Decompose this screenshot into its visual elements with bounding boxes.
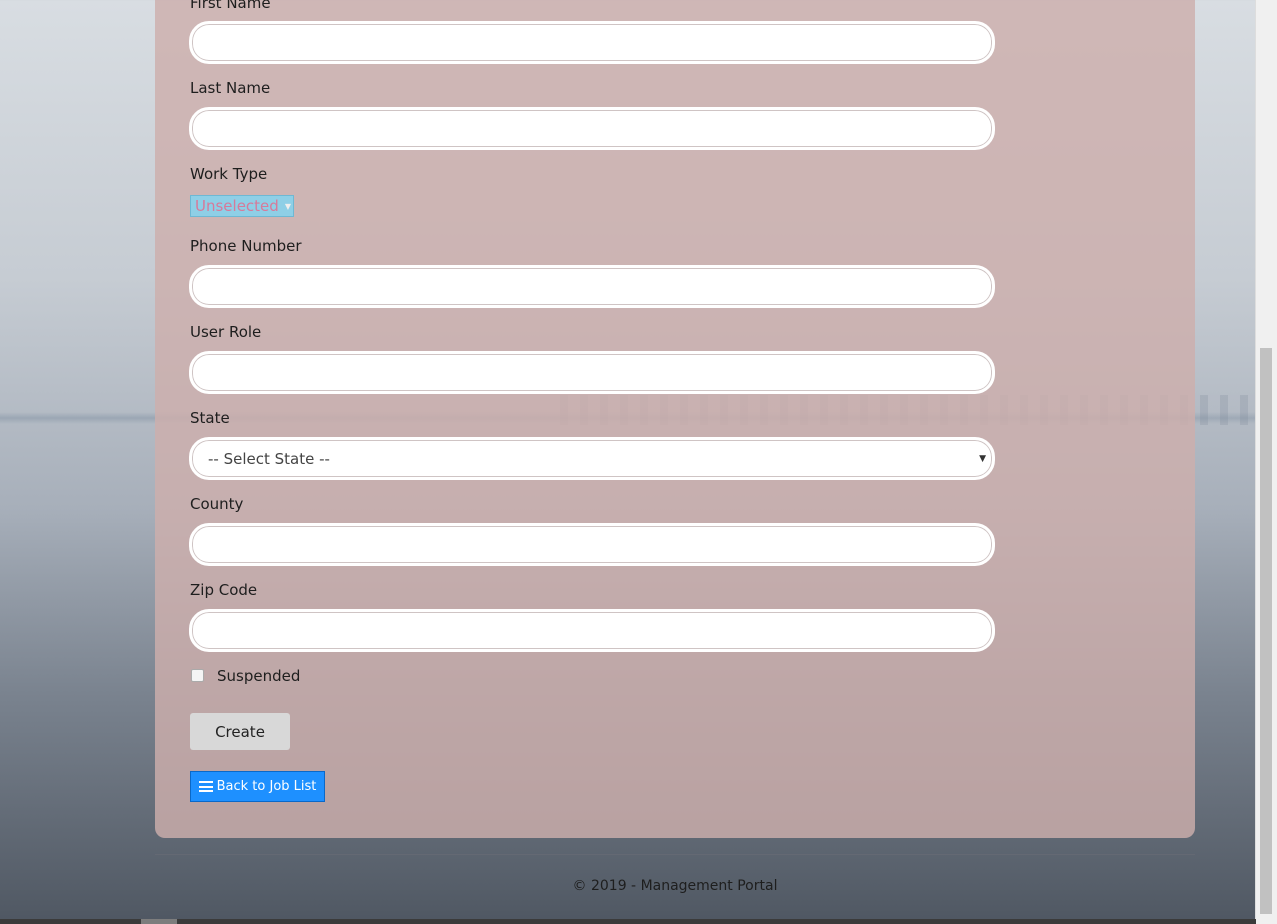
first-name-label: First Name bbox=[190, 0, 271, 12]
vertical-scrollbar[interactable] bbox=[1255, 0, 1277, 924]
work-type-value: Unselected bbox=[195, 197, 279, 215]
last-name-input[interactable] bbox=[189, 107, 995, 150]
state-label: State bbox=[190, 409, 230, 427]
zip-code-label: Zip Code bbox=[190, 581, 258, 599]
phone-number-label: Phone Number bbox=[190, 237, 302, 255]
chevron-down-icon: ▼ bbox=[979, 453, 986, 464]
horizontal-scroll-thumb[interactable] bbox=[141, 919, 177, 924]
horizontal-scrollbar[interactable] bbox=[0, 919, 1256, 924]
phone-number-input[interactable] bbox=[189, 265, 995, 308]
last-name-label: Last Name bbox=[190, 79, 271, 97]
scroll-thumb[interactable] bbox=[1260, 348, 1272, 914]
chevron-down-icon: ▼ bbox=[284, 201, 291, 211]
county-input[interactable] bbox=[189, 523, 995, 566]
suspended-checkbox[interactable] bbox=[191, 669, 204, 682]
back-to-job-list-label: Back to Job List bbox=[216, 779, 317, 794]
footer-divider bbox=[155, 854, 1195, 855]
first-name-input[interactable] bbox=[189, 21, 995, 64]
state-select[interactable]: -- Select State -- ▼ bbox=[189, 437, 995, 480]
work-type-label: Work Type bbox=[190, 165, 268, 183]
list-icon bbox=[198, 781, 213, 792]
county-label: County bbox=[190, 495, 244, 513]
zip-code-input[interactable] bbox=[189, 609, 995, 652]
user-role-input[interactable] bbox=[189, 351, 995, 394]
user-role-label: User Role bbox=[190, 323, 262, 341]
state-value: -- Select State -- bbox=[208, 449, 330, 468]
back-to-job-list-button[interactable]: Back to Job List bbox=[190, 771, 325, 802]
suspended-label: Suspended bbox=[217, 667, 301, 685]
work-type-select[interactable]: Unselected ▼ bbox=[190, 195, 294, 217]
create-button[interactable]: Create bbox=[190, 713, 290, 750]
footer-text: © 2019 - Management Portal bbox=[572, 878, 778, 894]
